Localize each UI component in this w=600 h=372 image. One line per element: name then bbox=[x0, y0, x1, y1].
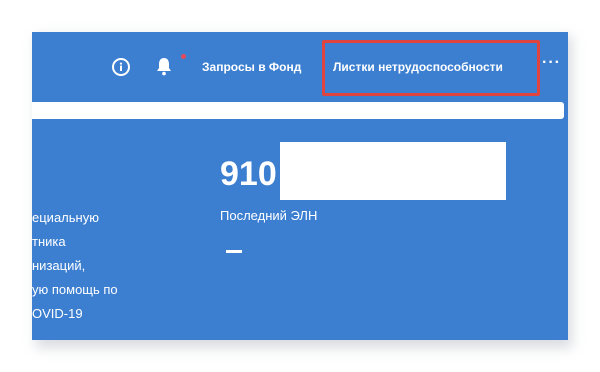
top-header: Запросы в Фонд Листки нетрудоспособности… bbox=[32, 32, 568, 102]
app-screen: Запросы в Фонд Листки нетрудоспособности… bbox=[32, 32, 568, 340]
info-icon[interactable] bbox=[112, 58, 130, 76]
nav-requests-to-fund[interactable]: Запросы в Фонд bbox=[202, 60, 301, 74]
last-eln-label: Последний ЭЛН bbox=[220, 208, 318, 223]
left-info-text: ециальную тника низаций, ую помощь по OV… bbox=[32, 206, 118, 326]
eln-status-dash bbox=[226, 250, 242, 253]
left-text-line: ую помощь по bbox=[32, 282, 118, 297]
bell-icon[interactable] bbox=[154, 56, 174, 78]
search-bar[interactable] bbox=[32, 102, 564, 119]
left-text-line: низаций, bbox=[32, 258, 86, 273]
notification-dot bbox=[181, 54, 186, 59]
left-text-line: тника bbox=[32, 234, 66, 249]
redacted-area bbox=[280, 142, 506, 200]
more-icon[interactable]: ··· bbox=[542, 54, 561, 72]
eln-number: 910 bbox=[220, 155, 277, 193]
left-text-line: OVID-19 bbox=[32, 306, 83, 321]
highlight-frame bbox=[322, 40, 540, 96]
left-text-line: ециальную bbox=[32, 210, 99, 225]
